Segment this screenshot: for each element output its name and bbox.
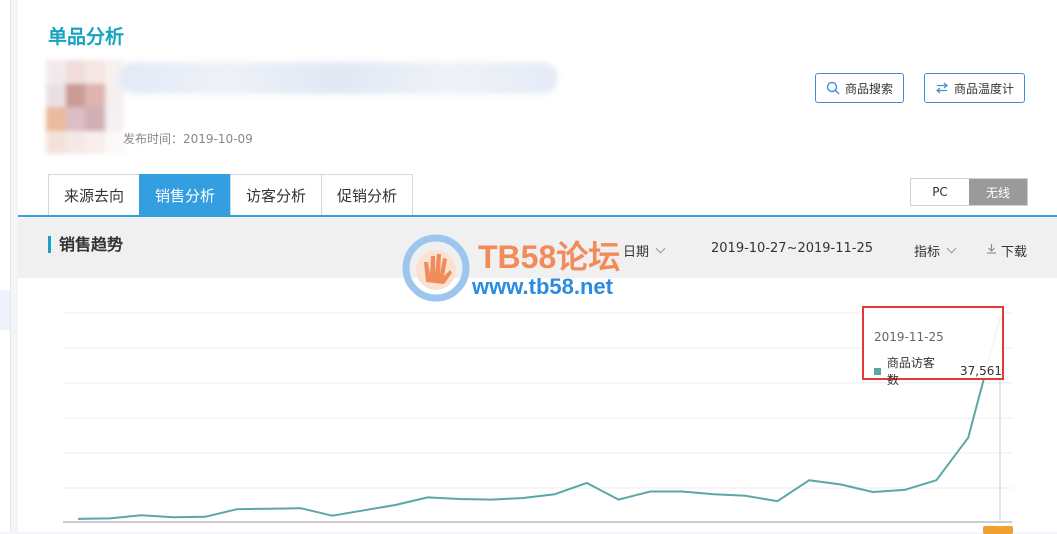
watermark: TB58论坛 www.tb58.net [400, 232, 660, 302]
watermark-logo-icon [400, 232, 472, 304]
left-nav-selected [0, 290, 10, 330]
chart-tooltip: 2019-11-25 商品访客数 37,561 [862, 306, 1004, 380]
scroll-marker[interactable] [983, 526, 1013, 534]
tooltip-row: 商品访客数 37,561 [874, 354, 1002, 388]
left-nav-strip [0, 0, 11, 532]
main-panel: 单品分析 发布时间：2019-10-09 商品搜索 商品温度计 来源去向 销售分… [18, 0, 1057, 532]
tooltip-value: 37,561 [960, 364, 1002, 378]
tooltip-series: 商品访客数 [887, 354, 946, 388]
tooltip-swatch [874, 368, 881, 375]
watermark-url: www.tb58.net [472, 274, 613, 300]
watermark-text: TB58论坛 [478, 232, 620, 278]
tooltip-date: 2019-11-25 [874, 330, 944, 344]
